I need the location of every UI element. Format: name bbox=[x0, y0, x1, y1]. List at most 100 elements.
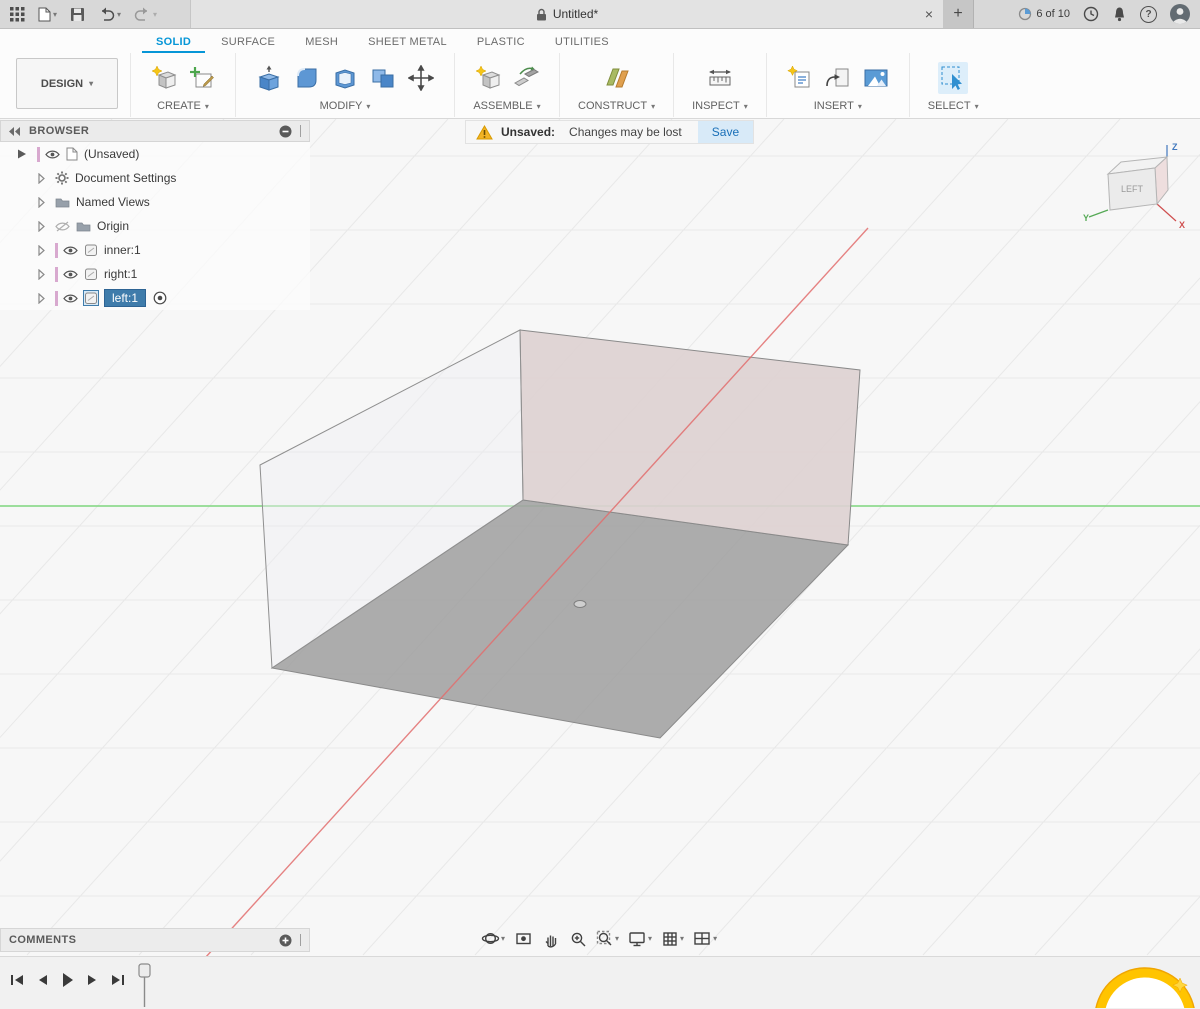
browser-panel: BROWSER (Unsaved) Document Settings Name… bbox=[0, 120, 310, 310]
group-insert: INSERT ▾ bbox=[766, 53, 909, 117]
job-status[interactable]: 6 of 10 bbox=[1018, 7, 1070, 21]
folder-icon bbox=[76, 220, 91, 232]
undo-icon[interactable]: ▾ bbox=[98, 7, 121, 21]
help-icon[interactable]: ? bbox=[1140, 6, 1157, 23]
select-cursor-icon[interactable] bbox=[938, 62, 968, 94]
zoom-button[interactable] bbox=[566, 928, 590, 950]
modify-menu[interactable]: MODIFY ▾ bbox=[254, 100, 436, 112]
job-status-icon bbox=[1018, 7, 1032, 21]
viewports-button[interactable]: ▾ bbox=[690, 928, 720, 949]
collapse-left-icon[interactable] bbox=[9, 127, 21, 136]
component-icon bbox=[84, 291, 98, 305]
collapse-circle-icon[interactable] bbox=[279, 125, 292, 138]
display-settings-caret: ▾ bbox=[648, 934, 652, 943]
create-menu[interactable]: CREATE ▾ bbox=[149, 100, 217, 112]
assemble-menu[interactable]: ASSEMBLE ▾ bbox=[473, 100, 541, 112]
visibility-eye-icon[interactable] bbox=[63, 293, 78, 304]
assemble-new-component-icon[interactable] bbox=[473, 62, 503, 94]
file-menu-icon[interactable]: ▾ bbox=[38, 7, 57, 22]
insert-derive-icon[interactable] bbox=[785, 62, 815, 94]
tab-solid[interactable]: SOLID bbox=[142, 32, 205, 53]
visibility-eye-icon[interactable] bbox=[63, 269, 78, 280]
go-to-end-button[interactable] bbox=[110, 973, 125, 987]
grid-and-snaps-button[interactable]: ▾ bbox=[658, 928, 687, 950]
expand-caret-icon[interactable] bbox=[38, 197, 45, 208]
tree-item-unsaved[interactable]: (Unsaved) bbox=[0, 142, 310, 166]
insert-menu[interactable]: INSERT ▾ bbox=[785, 100, 891, 112]
tab-plastic[interactable]: PLASTIC bbox=[463, 32, 539, 53]
fillet-icon[interactable] bbox=[292, 62, 322, 94]
unsaved-warning-bar: Unsaved: Changes may be lost Save bbox=[465, 120, 754, 144]
expand-caret-icon[interactable] bbox=[38, 293, 45, 304]
model-body-left bbox=[260, 330, 860, 738]
pan-button[interactable] bbox=[539, 928, 563, 950]
orbit-button[interactable]: ▾ bbox=[478, 927, 508, 950]
play-button[interactable] bbox=[61, 972, 74, 988]
select-menu[interactable]: SELECT ▾ bbox=[928, 100, 979, 112]
expand-caret-icon[interactable] bbox=[38, 173, 45, 184]
go-to-start-button[interactable] bbox=[10, 973, 25, 987]
construct-menu[interactable]: CONSTRUCT ▾ bbox=[578, 100, 655, 112]
expand-caret-icon[interactable] bbox=[38, 269, 45, 280]
browser-header[interactable]: BROWSER bbox=[0, 120, 310, 142]
app-grid-icon[interactable] bbox=[10, 7, 25, 22]
tree-item-label-selected: left:1 bbox=[104, 289, 146, 307]
joint-icon[interactable] bbox=[511, 62, 541, 94]
tree-item-left-selected[interactable]: left:1 bbox=[0, 286, 310, 310]
visibility-eye-icon[interactable] bbox=[45, 149, 60, 160]
close-document-button[interactable]: × bbox=[925, 0, 933, 28]
shell-icon[interactable] bbox=[330, 62, 360, 94]
construct-plane-icon[interactable] bbox=[602, 62, 632, 94]
combine-icon[interactable] bbox=[368, 62, 398, 94]
ribbon-tools: DESIGN ▾ CREATE ▾ bbox=[0, 53, 1200, 117]
display-settings-button[interactable]: ▾ bbox=[625, 928, 655, 950]
tab-utilities[interactable]: UTILITIES bbox=[541, 32, 623, 53]
save-button[interactable]: Save bbox=[698, 121, 753, 143]
timeline-position-marker[interactable] bbox=[135, 962, 155, 1008]
tree-item-inner[interactable]: inner:1 bbox=[0, 238, 310, 262]
canvas-image-icon[interactable] bbox=[861, 62, 891, 94]
fit-button[interactable]: ▾ bbox=[593, 928, 622, 950]
browser-tree: (Unsaved) Document Settings Named Views … bbox=[0, 142, 310, 310]
create-sketch-icon[interactable] bbox=[187, 62, 217, 94]
step-forward-button[interactable] bbox=[86, 973, 98, 987]
inspect-menu[interactable]: INSPECT ▾ bbox=[692, 100, 748, 112]
expand-circle-icon[interactable] bbox=[279, 934, 292, 947]
panel-grip[interactable] bbox=[300, 125, 301, 137]
tab-sheet-metal[interactable]: SHEET METAL bbox=[354, 32, 461, 53]
tab-mesh[interactable]: MESH bbox=[291, 32, 352, 53]
panel-grip[interactable] bbox=[300, 934, 301, 946]
notifications-bell-icon[interactable] bbox=[1112, 6, 1127, 22]
measure-icon[interactable] bbox=[705, 62, 735, 94]
ribbon-tabs: SOLID SURFACE MESH SHEET METAL PLASTIC U… bbox=[0, 28, 1200, 53]
viewport-navbar: ▾ ▾ ▾ ▾ ▾ bbox=[478, 927, 720, 950]
new-component-icon[interactable] bbox=[149, 62, 179, 94]
press-pull-icon[interactable] bbox=[254, 62, 284, 94]
group-modify: MODIFY ▾ bbox=[235, 53, 454, 117]
tree-item-document-settings[interactable]: Document Settings bbox=[0, 166, 310, 190]
avatar[interactable] bbox=[1170, 4, 1190, 24]
new-document-tab-button[interactable]: + bbox=[943, 0, 974, 28]
step-back-button[interactable] bbox=[37, 973, 49, 987]
document-tab[interactable]: Untitled* × bbox=[190, 0, 944, 28]
tree-item-origin[interactable]: Origin bbox=[0, 214, 310, 238]
look-at-button[interactable] bbox=[511, 928, 536, 949]
insert-mcmaster-icon[interactable] bbox=[823, 62, 853, 94]
history-clock-icon[interactable] bbox=[1083, 6, 1099, 22]
move-copy-icon[interactable] bbox=[406, 62, 436, 94]
workspace-selector-design[interactable]: DESIGN ▾ bbox=[16, 58, 118, 109]
visibility-eye-icon[interactable] bbox=[63, 245, 78, 256]
view-cube[interactable]: LEFT Z Y X bbox=[1083, 140, 1195, 235]
save-icon[interactable] bbox=[70, 7, 85, 22]
tree-item-right[interactable]: right:1 bbox=[0, 262, 310, 286]
origin-handle[interactable] bbox=[574, 601, 586, 608]
group-select: SELECT ▾ bbox=[909, 53, 997, 117]
redo-icon[interactable]: ▾ bbox=[134, 7, 157, 21]
activate-component-radio[interactable] bbox=[153, 291, 167, 305]
visibility-eye-off-icon[interactable] bbox=[55, 221, 70, 232]
tab-surface[interactable]: SURFACE bbox=[207, 32, 289, 53]
expand-caret-icon[interactable] bbox=[38, 221, 45, 232]
expand-caret-icon[interactable] bbox=[38, 245, 45, 256]
comments-panel[interactable]: COMMENTS bbox=[0, 928, 310, 952]
tree-item-named-views[interactable]: Named Views bbox=[0, 190, 310, 214]
